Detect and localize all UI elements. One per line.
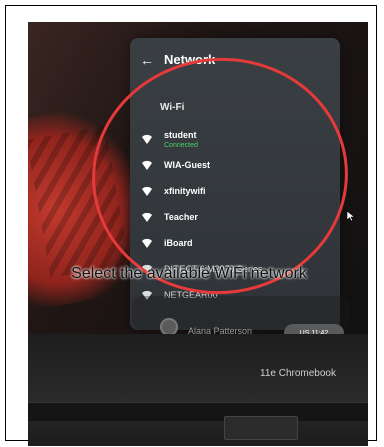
wifi-network-item-student[interactable]: student Connected — [140, 126, 330, 152]
wifi-icon — [140, 236, 154, 250]
instruction-caption: Select the available WiFi network — [71, 265, 307, 282]
wifi-section-title: Wi-Fi — [160, 102, 185, 113]
wifi-network-item-wia-guest[interactable]: WIA-Guest — [140, 152, 330, 178]
laptop-bezel — [28, 334, 368, 446]
image-frame: ← Network Wi-Fi student Connected WIA-Gu… — [5, 5, 377, 446]
laptop-hinge — [28, 402, 368, 421]
laptop-latch — [224, 416, 298, 440]
wifi-icon — [140, 210, 154, 224]
connection-status: Connected — [164, 141, 198, 149]
network-name: iBoard — [164, 238, 193, 248]
network-name: Teacher — [164, 212, 198, 222]
wifi-icon — [140, 132, 154, 146]
page-title: Network — [164, 52, 216, 67]
network-name: xfinitywifi — [164, 186, 206, 196]
chromebook-screen: ← Network Wi-Fi student Connected WIA-Gu… — [28, 22, 368, 342]
network-text: student Connected — [164, 130, 198, 149]
mouse-pointer-icon — [346, 210, 356, 222]
wifi-network-item-iboard[interactable]: iBoard — [140, 230, 330, 256]
wifi-icon — [140, 158, 154, 172]
network-name: student — [164, 129, 197, 140]
wifi-network-item-xfinitywifi[interactable]: xfinitywifi — [140, 178, 330, 204]
wifi-icon — [140, 184, 154, 198]
wifi-network-item-teacher[interactable]: Teacher — [140, 204, 330, 230]
network-header: ← Network — [140, 52, 215, 67]
laptop-brand: 11e Chromebook — [260, 368, 336, 379]
back-arrow-icon[interactable]: ← — [140, 53, 154, 67]
network-name: WIA-Guest — [164, 160, 210, 170]
photo: ← Network Wi-Fi student Connected WIA-Gu… — [28, 22, 368, 446]
